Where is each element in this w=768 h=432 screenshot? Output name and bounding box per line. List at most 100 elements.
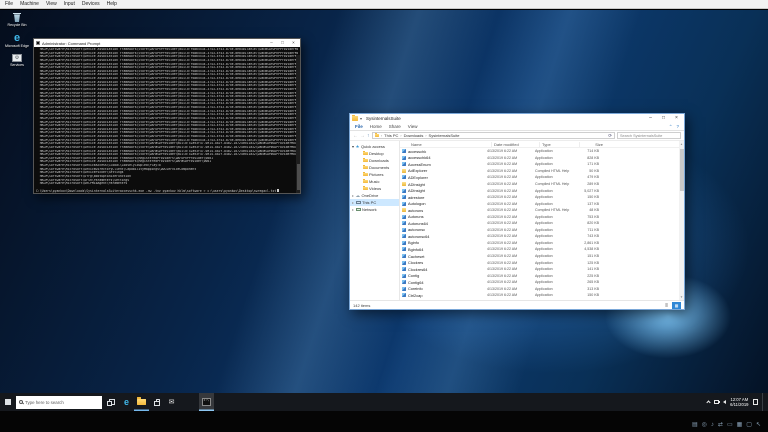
tab-view[interactable]: View	[408, 124, 418, 129]
vbox-menu-view[interactable]: View	[46, 1, 57, 7]
explorer-scrollbar[interactable]: ▲ ▼	[679, 141, 684, 300]
star-icon	[356, 144, 360, 150]
vbox-menu-devices[interactable]: Devices	[82, 1, 100, 7]
file-name: Bginfo64	[408, 247, 487, 252]
vbox-menu-file[interactable]: File	[5, 1, 13, 7]
sidebar-item-documents[interactable]: Documents	[350, 164, 399, 171]
sidebar-item-videos[interactable]: Videos	[350, 185, 399, 192]
up-icon[interactable]: ↑	[367, 131, 370, 141]
sidebar-item-desktop[interactable]: Desktop	[350, 150, 399, 157]
application-icon	[402, 189, 406, 193]
explorer-scrollbar-thumb[interactable]	[680, 149, 684, 191]
edge-icon: e	[14, 33, 20, 43]
ribbon-expand-icon[interactable]: ⌃	[669, 124, 673, 130]
taskbar-store-button[interactable]	[149, 393, 164, 411]
scroll-up-icon[interactable]: ▲	[679, 142, 684, 146]
system-tray: 12:07 AM 6/11/2019	[707, 393, 768, 411]
column-header-type[interactable]: Type	[539, 142, 579, 147]
scroll-down-icon[interactable]: ▼	[679, 295, 684, 299]
task-view-button[interactable]	[104, 393, 119, 411]
application-icon	[402, 149, 406, 153]
cmd-scrollbar[interactable]	[296, 55, 300, 193]
file-size: 289 KB	[575, 182, 601, 186]
breadcrumb-segment[interactable]: Downloads	[404, 133, 424, 138]
table-row[interactable]: Ctrl2cap4/13/2019 6:22 AMApplication150 …	[400, 292, 684, 299]
sidebar-item-network[interactable]: Network	[350, 206, 399, 213]
application-icon	[402, 202, 406, 206]
file-date-modified: 4/13/2019 6:22 AM	[487, 228, 535, 232]
details-view-button[interactable]: ≣	[662, 302, 671, 309]
sidebar-item-downloads[interactable]: Downloads	[350, 157, 399, 164]
tab-share[interactable]: Share	[389, 124, 401, 129]
cmd-scrollbar-thumb[interactable]	[297, 164, 300, 190]
column-header-name[interactable]: Name	[409, 142, 491, 147]
vbox-menu-input[interactable]: Input	[64, 1, 75, 7]
taskbar-mail-button[interactable]: ✉	[164, 393, 179, 411]
show-desktop-button[interactable]	[762, 393, 765, 411]
cmd-maximize-button[interactable]: □	[278, 39, 287, 47]
folder-icon	[363, 159, 368, 163]
folder-icon	[363, 187, 368, 191]
desktop-wallpaper[interactable]: Recycle Bin e Microsoft Edge ⚙ Services …	[0, 10, 768, 393]
column-header-size[interactable]: Size	[579, 142, 605, 147]
vbox-status-icons: ▤ ◎ ♪ ⇄ ▭ ▦ ▢ ↖	[692, 422, 761, 428]
cmd-body[interactable]: HKLM\Software\Microsoft\Device Associati…	[34, 47, 300, 193]
refresh-icon[interactable]: ⟳	[608, 133, 612, 139]
back-icon[interactable]: ←	[353, 131, 358, 141]
sidebar-item-pictures[interactable]: Pictures	[350, 171, 399, 178]
cmd-titlebar[interactable]: Administrator: Command Prompt – □ ×	[34, 39, 300, 47]
taskbar-file-explorer-button[interactable]	[134, 393, 149, 411]
chevron-down-icon[interactable]	[352, 146, 354, 148]
explorer-maximize-button[interactable]: □	[658, 114, 669, 123]
sidebar-item-music[interactable]: Music	[350, 178, 399, 185]
application-icon	[402, 234, 406, 238]
sidebar-item-quick-access[interactable]: Quick access	[350, 143, 399, 150]
help-icon[interactable]: ?	[676, 124, 679, 130]
quick-access-toolbar-chevron-icon[interactable]: ▾	[360, 116, 362, 121]
file-type: Application	[535, 195, 575, 199]
volume-icon[interactable]	[723, 400, 726, 404]
desktop-icon-recycle-bin[interactable]: Recycle Bin	[3, 13, 31, 27]
desktop-icon-microsoft-edge[interactable]: e Microsoft Edge	[3, 33, 31, 48]
application-icon	[402, 162, 406, 166]
tab-home[interactable]: Home	[370, 124, 382, 129]
chevron-right-icon[interactable]	[352, 195, 354, 197]
search-input[interactable]: Search SysinternalsSuite	[617, 132, 681, 140]
breadcrumb-segment[interactable]: SysinternalsSuite	[429, 133, 460, 138]
file-type: Application	[535, 247, 575, 251]
file-date-modified: 4/13/2019 6:22 AM	[487, 267, 535, 271]
vbox-menu-machine[interactable]: Machine	[20, 1, 39, 7]
breadcrumb-segment[interactable]: This PC	[384, 133, 398, 138]
tray-clock[interactable]: 12:07 AM 6/11/2019	[730, 397, 748, 407]
chevron-right-icon[interactable]	[352, 209, 354, 211]
pc-icon	[356, 201, 361, 204]
start-button[interactable]	[0, 393, 16, 411]
address-box[interactable]: ›This PC›Downloads›SysinternalsSuite ⟳	[372, 132, 616, 140]
sidebar-item-onedrive[interactable]: OneDrive	[350, 192, 399, 199]
forward-icon[interactable]: →	[360, 131, 365, 141]
taskbar: Type here to search e ✉ 12:07 AM 6/11/20…	[0, 393, 768, 411]
file-name: adrestore	[408, 195, 487, 200]
explorer-minimize-button[interactable]: –	[645, 114, 656, 123]
tab-file[interactable]: File	[355, 124, 363, 129]
action-center-icon[interactable]	[753, 399, 759, 405]
thumbnails-view-button[interactable]: ▦	[672, 302, 681, 309]
file-name: accesschk64	[408, 155, 487, 160]
desktop-icon-services[interactable]: ⚙ Services	[3, 54, 31, 67]
file-type: Application	[535, 202, 575, 206]
taskbar-edge-button[interactable]: e	[119, 393, 134, 411]
vbox-menu-help[interactable]: Help	[107, 1, 117, 7]
file-size: 150 KB	[575, 195, 601, 199]
explorer-titlebar[interactable]: ▾ SysinternalsSuite – □ ×	[350, 114, 684, 123]
cmd-minimize-button[interactable]: –	[267, 39, 276, 47]
file-date-modified: 4/13/2019 6:22 AM	[487, 280, 535, 284]
tray-chevron-up-icon[interactable]	[707, 400, 711, 404]
taskbar-search-box[interactable]: Type here to search	[16, 396, 102, 409]
taskbar-command-prompt-button[interactable]	[199, 393, 214, 411]
cmd-close-button[interactable]: ×	[289, 39, 298, 47]
explorer-close-button[interactable]: ×	[671, 114, 682, 123]
file-size: 711 KB	[575, 228, 601, 232]
chevron-right-icon[interactable]	[352, 202, 354, 204]
sidebar-item-this-pc[interactable]: This PC	[350, 199, 399, 206]
column-header-date-modified[interactable]: Date modified	[491, 142, 539, 147]
